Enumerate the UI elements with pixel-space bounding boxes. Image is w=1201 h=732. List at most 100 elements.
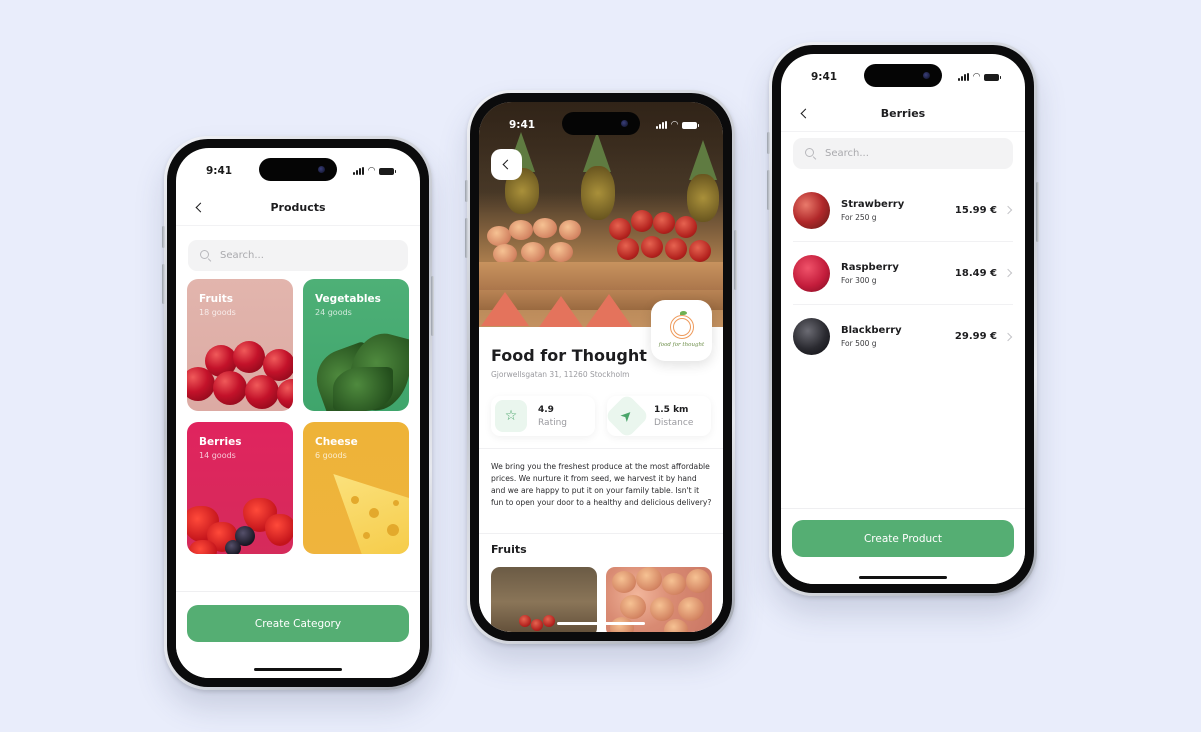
status-time: 9:41 — [509, 119, 536, 131]
product-row-strawberry[interactable]: Strawberry For 250 g 15.99 € — [793, 179, 1013, 242]
product-list: Strawberry For 250 g 15.99 € Raspberry F… — [793, 179, 1013, 368]
wifi-icon: ◠ — [671, 120, 678, 130]
search-placeholder: Search... — [220, 250, 264, 261]
create-category-button[interactable]: Create Category — [187, 605, 409, 642]
search-placeholder: Search... — [825, 148, 869, 159]
category-card-vegetables[interactable]: Vegetables 24 goods — [303, 279, 409, 411]
raspberry-thumbnail — [793, 254, 830, 292]
dynamic-island — [562, 112, 640, 135]
product-quantity: For 300 g — [841, 275, 877, 285]
search-icon — [200, 250, 211, 261]
back-chevron-icon[interactable] — [799, 108, 809, 120]
cellular-signal-icon — [656, 121, 668, 129]
cellular-signal-icon — [353, 167, 365, 175]
home-indicator — [859, 576, 947, 579]
status-time: 9:41 — [811, 71, 838, 83]
mute-switch — [162, 226, 165, 248]
distance-value: 1.5 km — [654, 404, 689, 415]
page-title: Berries — [880, 107, 926, 120]
camera-icon — [621, 120, 628, 127]
star-icon: ☆ — [495, 400, 527, 432]
products-screen: 9:41 ◠ Products Search... Fruits 18 good… — [176, 148, 420, 678]
camera-icon — [318, 166, 325, 173]
category-card-fruits[interactable]: Fruits 18 goods — [187, 279, 293, 411]
chevron-right-icon — [1005, 268, 1013, 278]
volume-up-button — [162, 264, 165, 304]
category-name: Berries — [199, 436, 242, 448]
category-count: 24 goods — [315, 308, 352, 317]
search-input[interactable]: Search... — [793, 138, 1013, 169]
bottom-action-bar: Create Category — [176, 591, 420, 678]
search-input[interactable]: Search... — [188, 240, 408, 271]
rating-value: 4.9 — [538, 404, 554, 415]
dynamic-island — [259, 158, 337, 181]
home-indicator — [254, 668, 342, 671]
blackberry-thumbnail — [793, 318, 830, 355]
camera-icon — [923, 72, 930, 79]
nav-bar: Products — [176, 190, 420, 226]
mute-switch — [465, 180, 468, 202]
divider — [479, 533, 723, 534]
rating-label: Rating — [538, 417, 568, 428]
power-button — [1036, 182, 1039, 242]
product-row-blackberry[interactable]: Blackberry For 500 g 29.99 € — [793, 305, 1013, 368]
category-name: Vegetables — [315, 293, 381, 305]
navigation-arrow-icon: ➤ — [604, 393, 650, 439]
bezel: 9:41 ◠ Products Search... Fruits 18 good… — [167, 139, 429, 687]
divider — [479, 448, 723, 449]
store-screen: 9:41 ◠ food for thought Food for Thought… — [479, 102, 723, 632]
distance-stat: ➤ 1.5 km Distance — [604, 393, 711, 439]
product-price: 18.49 € — [954, 267, 997, 279]
category-name: Cheese — [315, 436, 358, 448]
distance-label: Distance — [654, 417, 694, 428]
category-grid: Fruits 18 goods Vegetables 24 goods Berr… — [187, 279, 409, 554]
back-button[interactable] — [491, 149, 522, 180]
berries-screen: 9:41 ◠ Berries Search... Strawberry For … — [781, 54, 1025, 584]
chevron-right-icon — [1005, 332, 1013, 342]
product-quantity: For 500 g — [841, 339, 877, 348]
power-button — [431, 276, 434, 336]
power-button — [734, 230, 737, 290]
category-count: 14 goods — [199, 451, 236, 460]
logo-text: food for thought — [658, 342, 705, 348]
product-name: Strawberry — [841, 198, 905, 210]
chevron-right-icon — [1005, 205, 1013, 215]
category-card-berries[interactable]: Berries 14 goods — [187, 422, 293, 554]
status-time: 9:41 — [206, 165, 233, 177]
battery-icon — [682, 121, 699, 129]
product-quantity: For 250 g — [841, 212, 877, 222]
phone-berries: 9:41 ◠ Berries Search... Strawberry For … — [767, 42, 1039, 596]
store-description: We bring you the freshest produce at the… — [491, 462, 712, 507]
mute-switch — [767, 132, 770, 154]
search-icon — [805, 148, 816, 159]
bottom-action-bar: Create Product — [781, 508, 1025, 584]
category-count: 18 goods — [199, 308, 236, 317]
wifi-icon: ◠ — [368, 166, 375, 176]
volume-up-button — [767, 170, 770, 210]
cellular-signal-icon — [958, 73, 970, 81]
phone-products: 9:41 ◠ Products Search... Fruits 18 good… — [162, 136, 434, 690]
bezel: 9:41 ◠ food for thought Food for Thought… — [470, 93, 732, 641]
category-card-cheese[interactable]: Cheese 6 goods — [303, 422, 409, 554]
category-count: 6 goods — [315, 451, 347, 460]
strawberry-thumbnail — [793, 191, 830, 229]
back-chevron-icon[interactable] — [194, 202, 204, 214]
product-row-raspberry[interactable]: Raspberry For 300 g 18.49 € — [793, 242, 1013, 305]
section-title-fruits: Fruits — [491, 543, 527, 556]
cheese-image — [333, 474, 409, 554]
orange-logo-icon — [669, 311, 694, 339]
battery-icon — [379, 167, 396, 175]
store-address: Gjorwellsgatan 31, 11260 Stockholm — [491, 370, 630, 379]
battery-icon — [984, 73, 1001, 81]
rating-stat: ☆ 4.9 Rating — [491, 396, 595, 436]
store-logo: food for thought — [651, 300, 712, 361]
wifi-icon: ◠ — [973, 72, 980, 82]
page-title: Products — [270, 201, 326, 214]
product-name: Raspberry — [841, 261, 899, 273]
bezel: 9:41 ◠ Berries Search... Strawberry For … — [772, 45, 1034, 593]
product-price: 15.99 € — [954, 204, 997, 216]
volume-up-button — [465, 218, 468, 258]
home-indicator — [557, 622, 645, 625]
product-price: 29.99 € — [954, 331, 997, 342]
create-product-button[interactable]: Create Product — [792, 520, 1014, 557]
